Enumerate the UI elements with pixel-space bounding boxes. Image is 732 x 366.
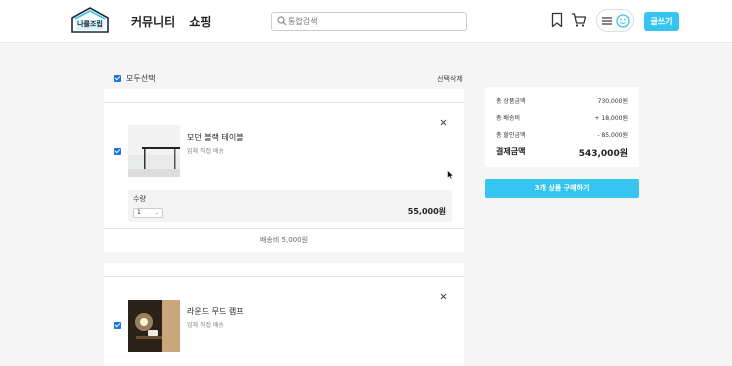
table-image-icon — [128, 125, 180, 177]
item-delivery: 업체 직접 배송 — [187, 148, 224, 155]
search-box[interactable] — [271, 12, 467, 31]
cart-icon[interactable] — [571, 12, 587, 28]
remove-item-icon[interactable] — [440, 119, 447, 126]
summary-label: 총 배송비 — [496, 115, 520, 122]
item-title[interactable]: 모던 블랙 테이블 — [187, 132, 244, 143]
search-input[interactable] — [288, 14, 464, 29]
order-summary: 총 상품금액 730,000원 총 배송비 + 18,000원 총 할인금액 -… — [485, 87, 639, 167]
site-logo[interactable]: 나를조립 — [69, 6, 111, 34]
nav-community[interactable]: 커뮤니티 — [131, 15, 175, 29]
user-menu-button[interactable] — [596, 9, 634, 32]
select-all-checkbox[interactable] — [114, 75, 121, 82]
main-nav: 커뮤니티 쇼핑 — [131, 13, 221, 30]
product-thumbnail-table[interactable] — [128, 125, 180, 177]
cart-group-header — [104, 263, 464, 276]
avatar-smiley-icon — [616, 14, 630, 28]
quantity-panel: 수량 1 ⌄ 55,000원 — [128, 190, 452, 222]
select-all-label: 모두선택 — [126, 74, 156, 83]
lamp-image-icon — [128, 300, 180, 352]
bookmark-icon[interactable] — [549, 12, 565, 28]
summary-value: + 18,000원 — [594, 115, 628, 122]
summary-row-discount: 총 할인금액 - 85,000원 — [496, 130, 628, 139]
purchase-button[interactable]: 3개 상품 구매하기 — [485, 179, 639, 198]
summary-total: 결제금액 543,000원 — [496, 146, 628, 159]
shipping-fee: 배송비 5,000원 — [259, 236, 309, 244]
quantity-label: 수량 — [133, 195, 146, 203]
remove-item-icon[interactable] — [440, 293, 447, 300]
delete-selected-button[interactable]: 선택삭제 — [437, 74, 463, 84]
product-thumbnail-lamp[interactable] — [128, 300, 180, 352]
summary-row-shipping: 총 배송비 + 18,000원 — [496, 113, 628, 122]
header: 나를조립 커뮤니티 쇼핑 글쓰기 — [0, 0, 732, 43]
quantity-value: 1 — [137, 209, 141, 216]
item-delivery: 업체 직접 배송 — [187, 322, 224, 329]
cart-group-header — [104, 89, 464, 102]
total-value: 543,000원 — [578, 149, 628, 159]
hamburger-icon — [602, 17, 612, 25]
summary-value: - 85,000원 — [597, 132, 628, 139]
summary-value: 730,000원 — [597, 98, 628, 105]
item-checkbox[interactable] — [114, 148, 121, 155]
logo-text: 나를조립 — [77, 20, 103, 28]
summary-row-products: 총 상품금액 730,000원 — [496, 96, 628, 105]
mouse-cursor-icon — [447, 170, 454, 180]
chevron-down-icon: ⌄ — [154, 210, 159, 216]
total-label: 결제금액 — [496, 147, 526, 156]
item-checkbox[interactable] — [114, 322, 121, 329]
item-price: 55,000원 — [407, 207, 446, 216]
select-all[interactable]: 모두선택 — [114, 73, 155, 84]
summary-label: 총 상품금액 — [496, 98, 526, 105]
search-icon — [277, 16, 287, 26]
nav-shopping[interactable]: 쇼핑 — [189, 15, 211, 29]
quantity-select[interactable]: 1 ⌄ — [133, 208, 163, 218]
item-title[interactable]: 라운드 무드 램프 — [187, 306, 244, 317]
summary-label: 총 할인금액 — [496, 132, 526, 139]
write-button[interactable]: 글쓰기 — [644, 12, 679, 31]
